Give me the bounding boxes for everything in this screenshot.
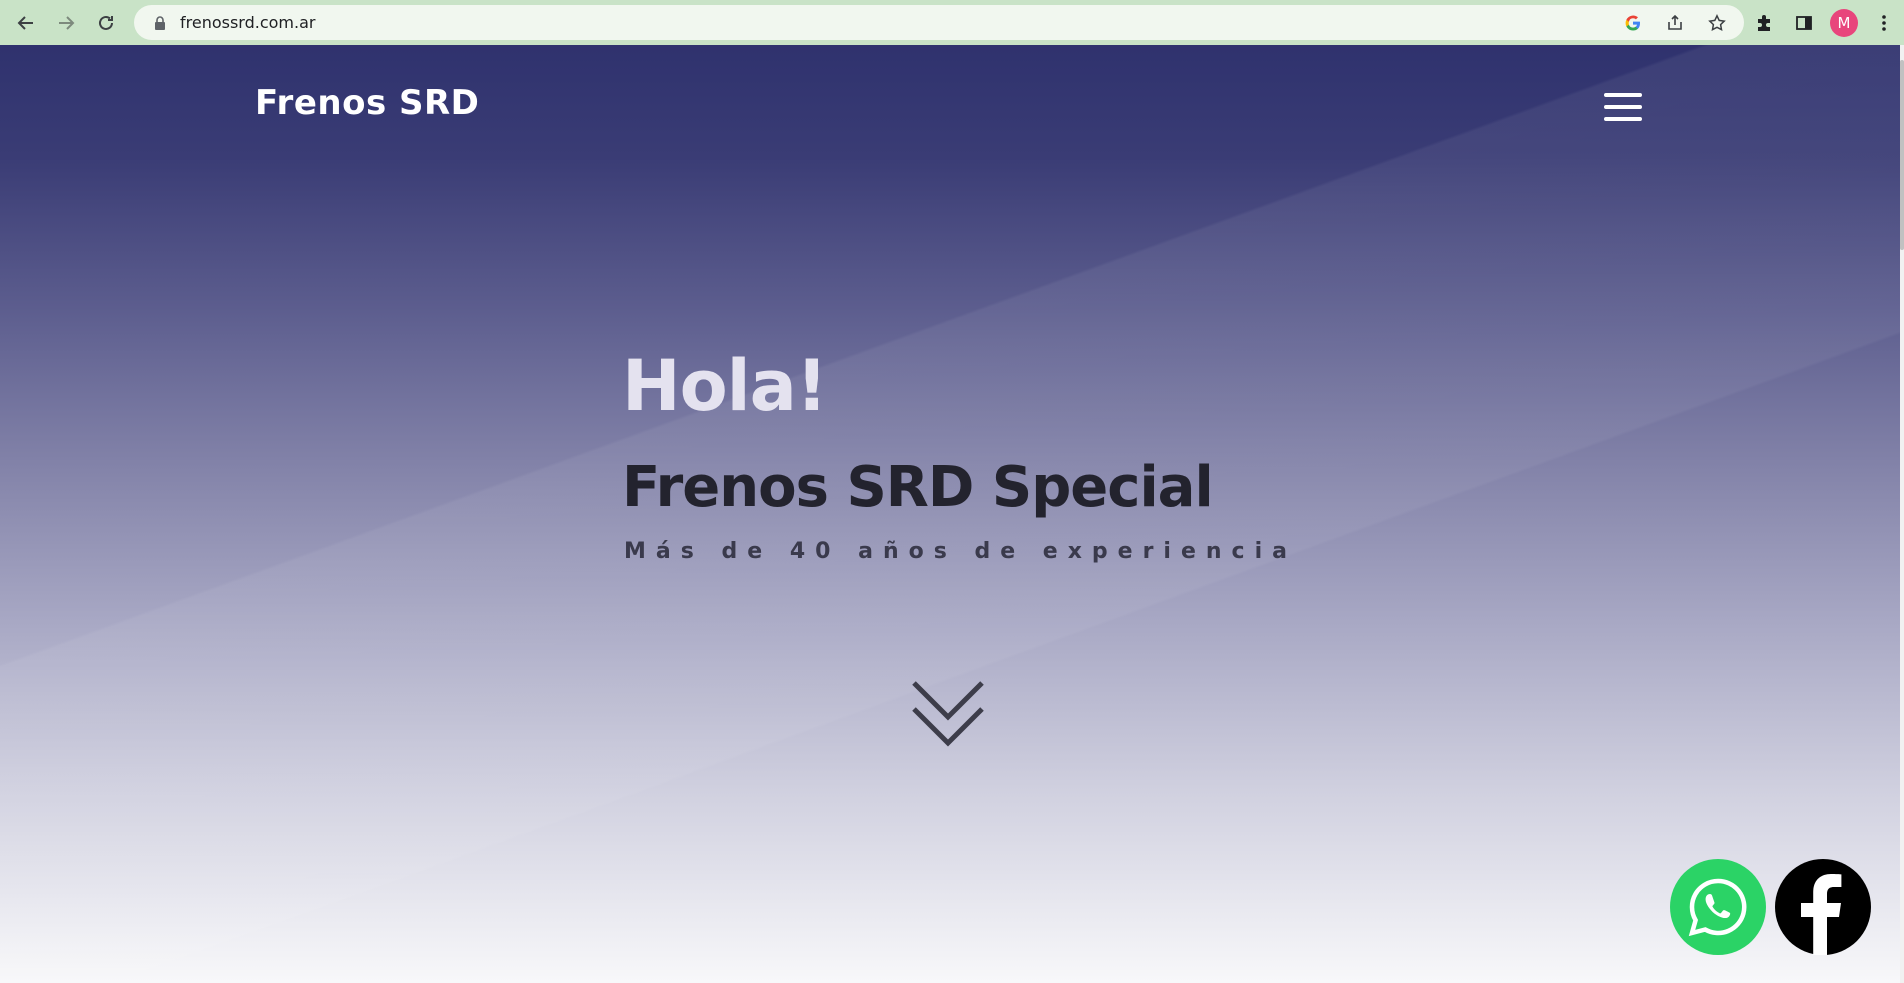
bookmark-star-icon[interactable] — [1706, 12, 1728, 34]
forward-button[interactable] — [46, 3, 86, 43]
whatsapp-icon — [1688, 878, 1747, 937]
share-icon[interactable] — [1664, 12, 1686, 34]
side-panel-icon[interactable] — [1784, 0, 1824, 45]
hero-greeting: Hola! — [622, 345, 828, 427]
url-text[interactable]: frenossrd.com.ar — [180, 13, 315, 32]
facebook-icon — [1801, 874, 1842, 955]
arrow-right-icon — [59, 15, 75, 30]
hamburger-menu-button[interactable] — [1604, 93, 1642, 123]
whatsapp-button[interactable] — [1670, 859, 1766, 955]
lock-icon[interactable] — [152, 15, 168, 31]
facebook-button[interactable] — [1775, 859, 1871, 955]
hero-subtitle: Más de 40 años de experiencia — [624, 539, 1297, 564]
browser-toolbar: frenossrd.com.ar M — [0, 0, 1904, 45]
reload-icon — [99, 15, 113, 30]
browser-menu-icon[interactable] — [1864, 0, 1904, 45]
double-chevron-down-icon — [912, 681, 984, 747]
arrow-left-icon — [17, 15, 33, 30]
site-logo[interactable]: Frenos SRD — [255, 83, 479, 123]
extensions-icon[interactable] — [1744, 0, 1784, 45]
page-viewport: Frenos SRD Hola! Frenos SRD Special Más … — [0, 45, 1900, 983]
address-bar[interactable]: frenossrd.com.ar — [134, 5, 1744, 40]
profile-avatar-button[interactable]: M — [1824, 0, 1864, 45]
back-button[interactable] — [6, 3, 46, 43]
scroll-down-button[interactable] — [912, 679, 984, 747]
avatar: M — [1830, 8, 1858, 37]
hamburger-menu-icon — [1604, 93, 1642, 97]
google-icon[interactable] — [1622, 12, 1644, 34]
scrollbar-thumb[interactable] — [1900, 60, 1904, 250]
hero-title: Frenos SRD Special — [622, 455, 1214, 520]
reload-button[interactable] — [86, 3, 126, 43]
